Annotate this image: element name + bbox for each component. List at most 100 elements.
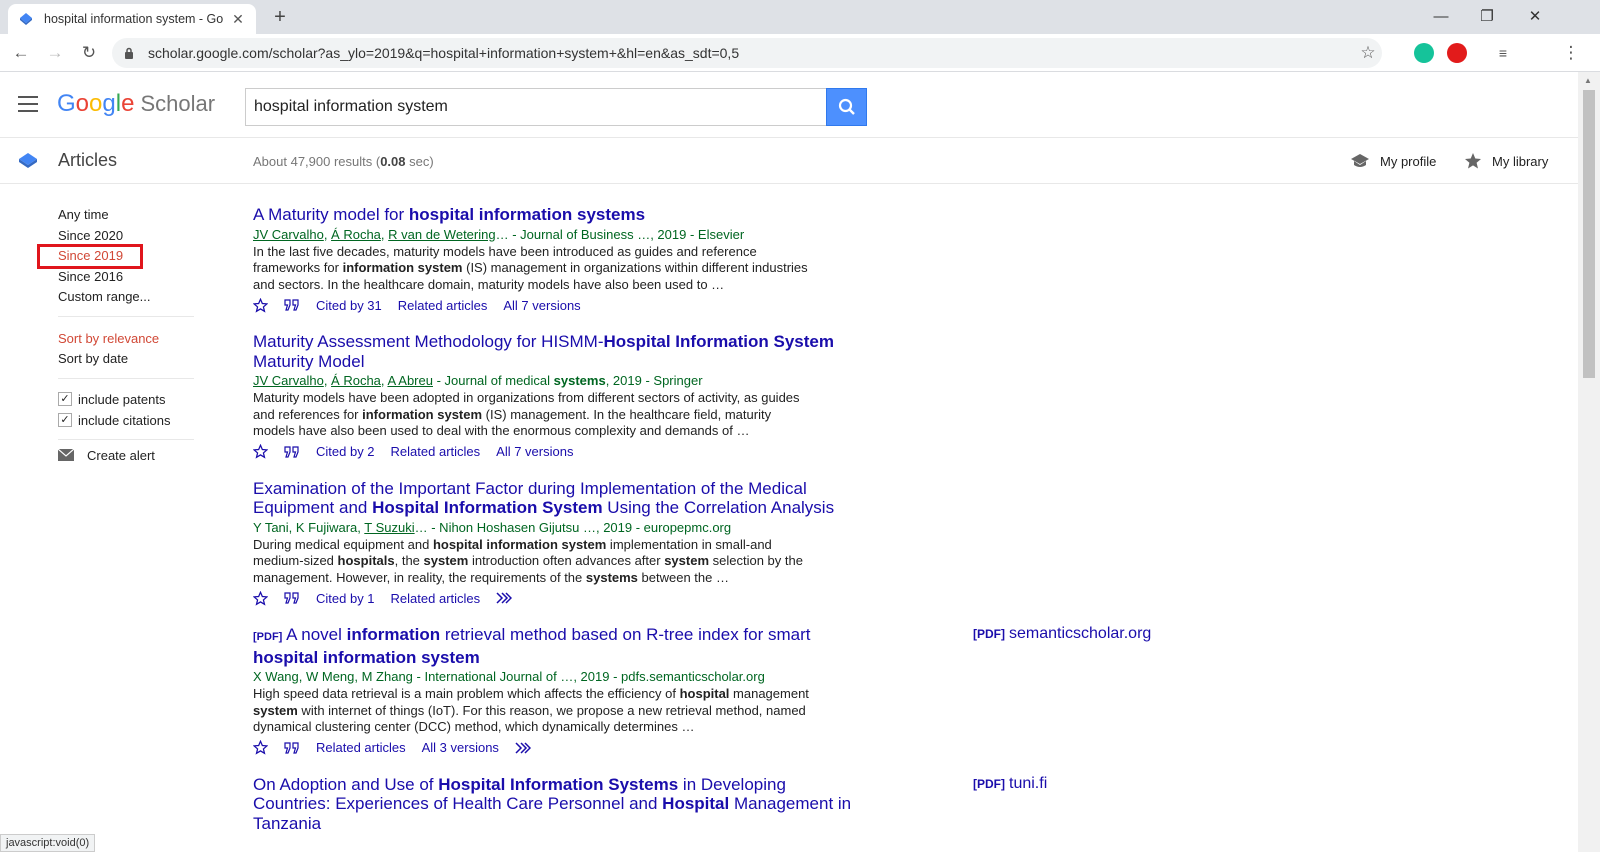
scroll-thumb[interactable] [1583, 90, 1595, 378]
result-actions: Cited by 31 Related articles All 7 version… [253, 295, 1213, 315]
close-window-icon[interactable]: ✕ [1512, 0, 1558, 32]
pdf-tag: [PDF] [973, 776, 1005, 791]
pdf-side-link[interactable]: [PDF] semanticscholar.org [973, 625, 1151, 643]
result-snippet: High speed data retrieval is a main prob… [253, 686, 809, 734]
title-segment: hospital information system [253, 647, 480, 667]
bookmark-star-icon[interactable]: ☆ [1354, 43, 1382, 63]
title-segment: Using the Correlation Analysis [602, 498, 835, 517]
search-result: Maturity Assessment Methodology for HISM… [253, 332, 1213, 462]
restore-icon[interactable]: ❐ [1464, 0, 1510, 32]
title-segment: On Adoption and Use of [253, 774, 439, 794]
browser-tab-strip: hospital information system - Go ✕ + — ❐… [0, 0, 1600, 34]
selected-filter-highlight [37, 244, 143, 269]
include-patents-option[interactable]: ✓ include patents [58, 389, 198, 410]
result-action-link[interactable]: All 3 versions [422, 740, 499, 755]
scholar-logo-text: Scholar [140, 91, 216, 116]
back-icon[interactable]: ← [8, 40, 34, 66]
address-bar[interactable]: scholar.google.com/scholar?as_ylo=2019&q… [112, 38, 1382, 68]
result-action-link[interactable]: Related articles [391, 591, 481, 606]
sidebar-divider [58, 315, 194, 317]
result-title-link[interactable]: On Adoption and Use of Hospital Informat… [253, 775, 863, 834]
cite-quote-icon[interactable] [284, 445, 300, 458]
author-link[interactable]: T Suzuki [364, 520, 414, 535]
search-input[interactable] [254, 98, 827, 116]
more-chevrons-icon[interactable] [496, 592, 513, 604]
my-library-link[interactable]: My library [1464, 152, 1548, 170]
create-alert-link[interactable]: Create alert [58, 448, 198, 463]
search-button[interactable] [826, 88, 867, 126]
filter-any-time[interactable]: Any time [58, 205, 198, 226]
minimize-icon[interactable]: — [1418, 0, 1464, 32]
author-link[interactable]: R van de Wetering [388, 227, 495, 242]
pdf-domain: tuni.fi [1009, 774, 1048, 792]
cite-quote-icon[interactable] [284, 299, 300, 311]
result-snippet: During medical equipment and hospital in… [253, 536, 803, 585]
google-scholar-logo[interactable]: Google Scholar [57, 90, 215, 118]
media-control-icon[interactable]: ≡ [1490, 40, 1516, 66]
result-action-link[interactable]: Related articles [398, 298, 488, 313]
result-title-link[interactable]: A Maturity model for hospital informatio… [253, 205, 863, 225]
result-title-link[interactable]: Examination of the Important Factor duri… [253, 479, 863, 518]
my-profile-link[interactable]: My profile [1350, 152, 1436, 170]
result-action-link[interactable]: Related articles [316, 740, 406, 755]
pdf-side-link[interactable]: [PDF] tuni.fi [973, 775, 1047, 793]
browser-menu-icon[interactable]: ⋮ [1558, 40, 1584, 66]
url-text: scholar.google.com/scholar?as_ylo=2019&q… [148, 45, 740, 61]
filter-since-2016[interactable]: Since 2016 [58, 267, 198, 288]
result-action-link[interactable]: All 7 versions [496, 444, 573, 459]
grammarly-extension-icon[interactable] [1414, 43, 1434, 63]
result-authors-meta: JV Carvalho, Á Rocha, R van de Wetering…… [253, 226, 1213, 244]
hamburger-menu-icon[interactable] [18, 96, 38, 112]
cite-quote-icon[interactable] [284, 741, 300, 754]
reload-icon[interactable]: ↻ [76, 40, 102, 66]
sort-by-date[interactable]: Sort by date [58, 349, 198, 370]
new-tab-button[interactable]: + [268, 6, 292, 30]
section-title: Articles [58, 150, 118, 170]
browser-tab[interactable]: hospital information system - Go ✕ [8, 4, 256, 34]
title-segment: retrieval method based on R-tree index f… [440, 625, 811, 644]
filter-custom-range[interactable]: Custom range... [58, 287, 198, 308]
include-citations-option[interactable]: ✓ include citations [58, 410, 198, 431]
star-icon [1465, 153, 1481, 169]
title-segment: Hospital Information Systems [438, 774, 679, 794]
cite-quote-icon[interactable] [284, 592, 300, 604]
title-segment: information [346, 625, 441, 644]
meta-text: , 2019 - Springer [605, 373, 703, 388]
tab-title: hospital information system - Go [44, 12, 224, 26]
search-box [245, 88, 827, 126]
author-link[interactable]: A Abreu [387, 373, 433, 388]
save-star-icon[interactable] [253, 740, 268, 755]
google-logo-text: Google [57, 90, 134, 117]
result-title-link[interactable]: Maturity Assessment Methodology for HISM… [253, 332, 863, 371]
author-link[interactable]: JV Carvalho [253, 373, 324, 388]
result-action-link[interactable]: Cited by 2 [316, 444, 375, 459]
author-link[interactable]: Á Rocha [331, 227, 381, 242]
result-authors-meta: X Wang, W Meng, M Zhang - International … [253, 668, 1213, 686]
status-bar: javascript:void(0) [0, 834, 96, 852]
author-link[interactable]: JV Carvalho [253, 227, 324, 242]
meta-text: - Journal of medical [432, 373, 554, 388]
result-action-link[interactable]: All 7 versions [503, 298, 580, 313]
result-action-link[interactable]: Cited by 31 [316, 298, 382, 313]
sort-by-relevance[interactable]: Sort by relevance [58, 329, 198, 350]
title-segment: hospital information systems [408, 205, 646, 224]
checkbox-checked-icon[interactable]: ✓ [58, 392, 72, 406]
filter-since-2020[interactable]: Since 2020 [58, 226, 198, 247]
save-star-icon[interactable] [253, 590, 268, 606]
forward-icon[interactable]: → [42, 40, 68, 66]
save-star-icon[interactable] [253, 297, 268, 313]
tab-close-icon[interactable]: ✕ [230, 11, 246, 28]
scroll-up-arrow-icon[interactable]: ▲ [1584, 76, 1592, 85]
result-title-link[interactable]: [PDF] A novel information retrieval meth… [253, 625, 863, 667]
meta-text: X Wang, W Meng, M Zhang - International … [253, 669, 765, 684]
result-action-link[interactable]: Related articles [391, 444, 481, 459]
author-link[interactable]: Á Rocha [331, 373, 381, 388]
save-star-icon[interactable] [253, 444, 268, 459]
more-chevrons-icon[interactable] [515, 741, 531, 754]
checkbox-checked-icon[interactable]: ✓ [58, 413, 72, 427]
page-scrollbar[interactable]: ▲ [1578, 72, 1600, 852]
result-actions: Related articles All 3 versions [253, 738, 1213, 758]
result-action-link[interactable]: Cited by 1 [316, 591, 375, 606]
adblock-extension-icon[interactable] [1447, 43, 1467, 63]
scholar-favicon-icon [18, 11, 34, 27]
